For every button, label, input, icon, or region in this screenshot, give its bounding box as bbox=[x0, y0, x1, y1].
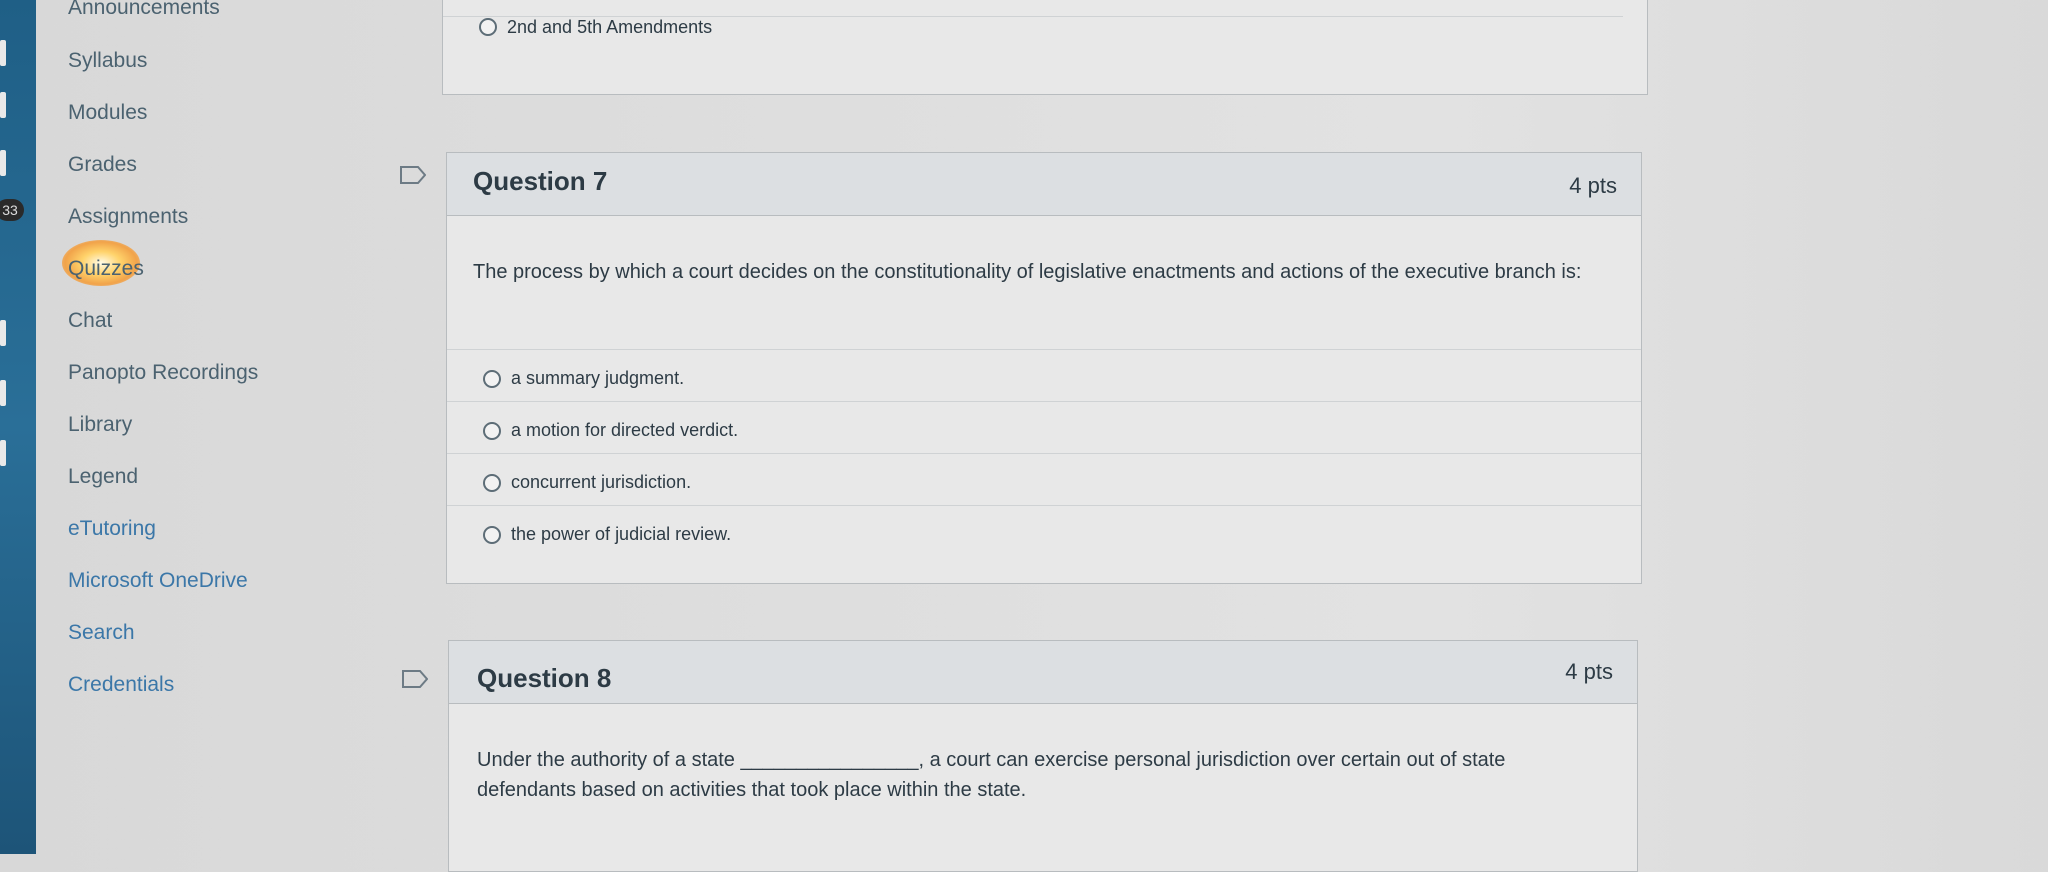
nav-credentials[interactable]: Credentials bbox=[68, 673, 174, 697]
answer-radio[interactable] bbox=[483, 422, 501, 440]
nav-marker bbox=[0, 40, 6, 66]
question-7-header: Question 7 4 pts bbox=[447, 153, 1641, 216]
nav-panopto-recordings[interactable]: Panopto Recordings bbox=[68, 361, 258, 385]
answer-label: the power of judicial review. bbox=[511, 524, 732, 544]
global-nav: 33 bbox=[0, 0, 36, 854]
question-points: 4 pts bbox=[1569, 173, 1617, 198]
nav-etutoring[interactable]: eTutoring bbox=[68, 517, 156, 541]
nav-grades[interactable]: Grades bbox=[68, 153, 137, 177]
nav-search[interactable]: Search bbox=[68, 621, 135, 645]
nav-quizzes[interactable]: Quizzes bbox=[68, 257, 144, 281]
nav-marker bbox=[0, 380, 6, 406]
question-7-panel: Question 7 4 pts The process by which a … bbox=[446, 152, 1642, 584]
nav-marker bbox=[0, 320, 6, 346]
fill-in-blank[interactable]: ________________ bbox=[741, 749, 919, 771]
nav-syllabus[interactable]: Syllabus bbox=[68, 49, 147, 73]
nav-microsoft-onedrive[interactable]: Microsoft OneDrive bbox=[68, 569, 248, 593]
nav-marker bbox=[0, 92, 6, 118]
nav-modules[interactable]: Modules bbox=[68, 101, 147, 125]
question-6-panel: 2nd and 5th Amendments bbox=[442, 0, 1648, 95]
question-points: 4 pts bbox=[1565, 659, 1613, 684]
nav-library[interactable]: Library bbox=[68, 413, 132, 437]
question-text: Under the authority of a state _________… bbox=[477, 745, 1597, 805]
answer-label: concurrent jurisdiction. bbox=[511, 472, 692, 492]
answer-radio[interactable] bbox=[479, 18, 497, 36]
nav-announcements[interactable]: Announcements bbox=[68, 0, 220, 20]
answer-radio[interactable] bbox=[483, 526, 501, 544]
question-8-header: Question 8 4 pts bbox=[449, 641, 1637, 704]
question-title: Question 8 bbox=[477, 663, 612, 693]
nav-assignments[interactable]: Assignments bbox=[68, 205, 188, 229]
answer-label: 2nd and 5th Amendments bbox=[507, 17, 713, 37]
nav-marker bbox=[0, 440, 6, 466]
nav-marker bbox=[0, 150, 6, 176]
flag-question-icon[interactable] bbox=[400, 166, 426, 184]
answer-radio[interactable] bbox=[483, 370, 501, 388]
answer-option[interactable]: the power of judicial review. bbox=[447, 505, 1641, 558]
answer-option[interactable]: a summary judgment. bbox=[447, 349, 1641, 402]
flag-question-icon[interactable] bbox=[402, 670, 428, 688]
answer-radio[interactable] bbox=[483, 474, 501, 492]
nav-legend[interactable]: Legend bbox=[68, 465, 138, 489]
question-text-before: Under the authority of a state bbox=[477, 749, 735, 771]
answer-label: a motion for directed verdict. bbox=[511, 420, 739, 440]
answer-option[interactable]: concurrent jurisdiction. bbox=[447, 453, 1641, 506]
question-text: The process by which a court decides on … bbox=[473, 261, 1582, 283]
nav-chat[interactable]: Chat bbox=[68, 309, 112, 333]
question-8-panel: Question 8 4 pts Under the authority of … bbox=[448, 640, 1638, 872]
answer-option[interactable]: a motion for directed verdict. bbox=[447, 401, 1641, 454]
inbox-count-badge[interactable]: 33 bbox=[0, 199, 24, 221]
question-title: Question 7 bbox=[473, 166, 608, 196]
answer-label: a summary judgment. bbox=[511, 368, 685, 388]
